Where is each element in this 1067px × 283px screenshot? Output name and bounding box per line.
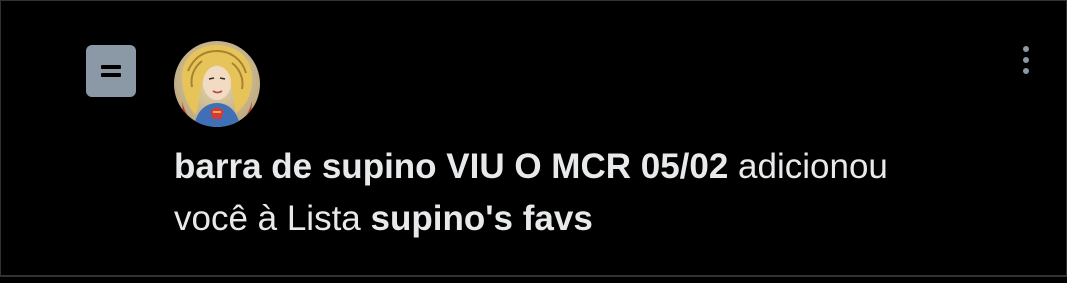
more-options-button[interactable] bbox=[1009, 39, 1043, 81]
avatar[interactable] bbox=[174, 41, 260, 127]
notification-message: barra de supino VIU O MCR 05/02 adiciono… bbox=[174, 141, 1044, 245]
notification-card[interactable]: barra de supino VIU O MCR 05/02 adiciono… bbox=[0, 0, 1067, 277]
list-icon-line bbox=[101, 65, 121, 69]
actor-name-link[interactable]: barra de supino VIU O MCR 05/02 bbox=[174, 147, 728, 186]
divider bbox=[0, 275, 1067, 276]
list-name-link[interactable]: supino's favs bbox=[371, 199, 593, 238]
more-vertical-icon bbox=[1023, 68, 1029, 74]
more-vertical-icon bbox=[1023, 46, 1029, 52]
list-icon bbox=[86, 45, 136, 97]
action-text: adicionou bbox=[738, 147, 888, 186]
connector-text: você à Lista bbox=[174, 199, 361, 238]
list-icon-line bbox=[101, 73, 121, 77]
more-vertical-icon bbox=[1023, 57, 1029, 63]
avatar-image bbox=[174, 41, 260, 127]
